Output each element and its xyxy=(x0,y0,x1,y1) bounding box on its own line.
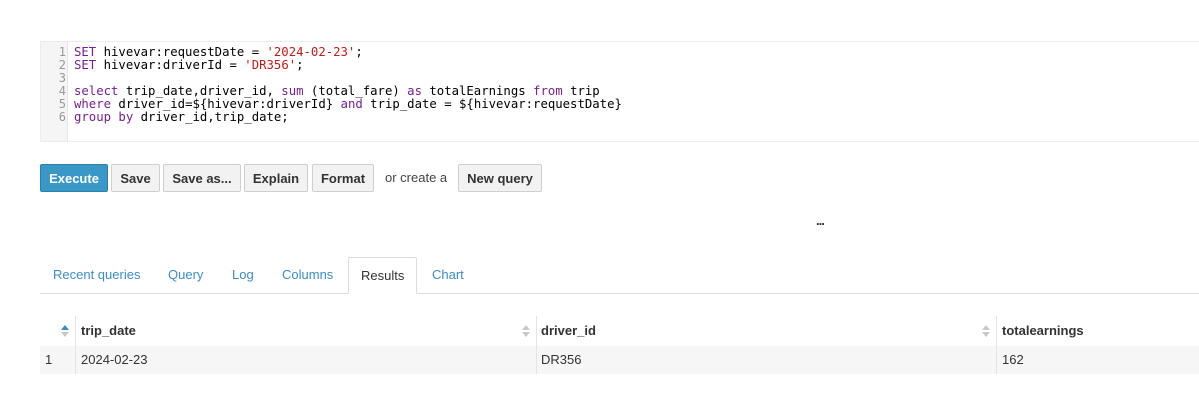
sql-keyword: SET xyxy=(74,45,97,59)
sql-keyword: as xyxy=(407,84,422,98)
sql-string: 'DR356' xyxy=(244,58,297,72)
column-divider xyxy=(536,316,537,346)
tab-chart[interactable]: Chart xyxy=(420,257,476,294)
sql-text: hivevar:driverId = xyxy=(96,58,245,72)
sort-asc-icon[interactable] xyxy=(61,324,69,338)
sql-keyword: and xyxy=(340,97,363,111)
save-as-button[interactable]: Save as... xyxy=(163,164,241,192)
tab-query[interactable]: Query xyxy=(156,257,215,294)
line-number-gutter: 1 2 3 4 5 6 xyxy=(41,42,68,141)
column-header-totalearnings[interactable]: totalearnings xyxy=(1002,316,1084,346)
new-query-button[interactable]: New query xyxy=(458,164,542,192)
tab-results[interactable]: Results xyxy=(348,257,417,294)
code-area[interactable]: SET hivevar:requestDate = '2024-02-23'; S… xyxy=(74,46,1199,124)
sql-text: driver_id=${hivevar:driverId} xyxy=(111,97,341,111)
sql-text: ; xyxy=(355,45,363,59)
tab-columns[interactable]: Columns xyxy=(270,257,345,294)
sql-keyword: from xyxy=(533,84,563,98)
column-header-trip-date[interactable]: trip_date xyxy=(81,316,136,346)
sort-icon[interactable] xyxy=(982,324,990,338)
column-header-driver-id[interactable]: driver_id xyxy=(541,316,596,346)
resize-handle[interactable]: ... xyxy=(816,213,825,228)
cell-totalearnings: 162 xyxy=(1002,352,1024,367)
table-header: trip_date driver_id totalearnings xyxy=(40,316,1199,347)
column-divider xyxy=(996,346,997,374)
tab-recent-queries[interactable]: Recent queries xyxy=(41,257,152,294)
row-index: 1 xyxy=(45,352,53,367)
column-divider xyxy=(75,316,76,346)
sql-text: totalEarnings xyxy=(421,84,534,98)
column-divider xyxy=(536,346,537,374)
line-number: 6 xyxy=(58,110,66,124)
explain-button[interactable]: Explain xyxy=(244,164,308,192)
sql-text: hivevar:requestDate = xyxy=(96,45,267,59)
save-button[interactable]: Save xyxy=(111,164,160,192)
column-divider xyxy=(996,316,997,346)
tab-log[interactable]: Log xyxy=(220,257,266,294)
cell-trip-date: 2024-02-23 xyxy=(81,352,148,367)
sql-keyword: where xyxy=(74,97,112,111)
sql-text: (total_fare) xyxy=(303,84,408,98)
sql-keyword: group by xyxy=(74,110,134,124)
sql-text: driver_id,trip_date; xyxy=(133,110,289,124)
column-divider xyxy=(75,346,76,374)
sql-string: '2024-02-23' xyxy=(266,45,356,59)
sql-text: trip xyxy=(562,84,600,98)
sql-text: trip_date,driver_id, xyxy=(118,84,282,98)
sql-editor[interactable]: 1 2 3 4 5 6 SET hivevar:requestDate = '2… xyxy=(40,41,1199,142)
sql-keyword: SET xyxy=(74,58,97,72)
sql-keyword: sum xyxy=(281,84,304,98)
sql-keyword: select xyxy=(74,84,119,98)
table-row[interactable]: 1 2024-02-23 DR356 162 xyxy=(40,346,1199,374)
code-line[interactable]: group by driver_id,trip_date; xyxy=(74,111,1199,124)
format-button[interactable]: Format xyxy=(312,164,374,192)
or-create-text: or create a xyxy=(385,170,448,185)
sql-text: trip_date = ${hivevar:requestDate} xyxy=(362,97,622,111)
cell-driver-id: DR356 xyxy=(541,352,582,367)
execute-button[interactable]: Execute xyxy=(40,164,108,192)
sql-text: ; xyxy=(296,58,304,72)
code-line[interactable]: SET hivevar:driverId = 'DR356'; xyxy=(74,59,1199,72)
sort-icon[interactable] xyxy=(522,324,530,338)
